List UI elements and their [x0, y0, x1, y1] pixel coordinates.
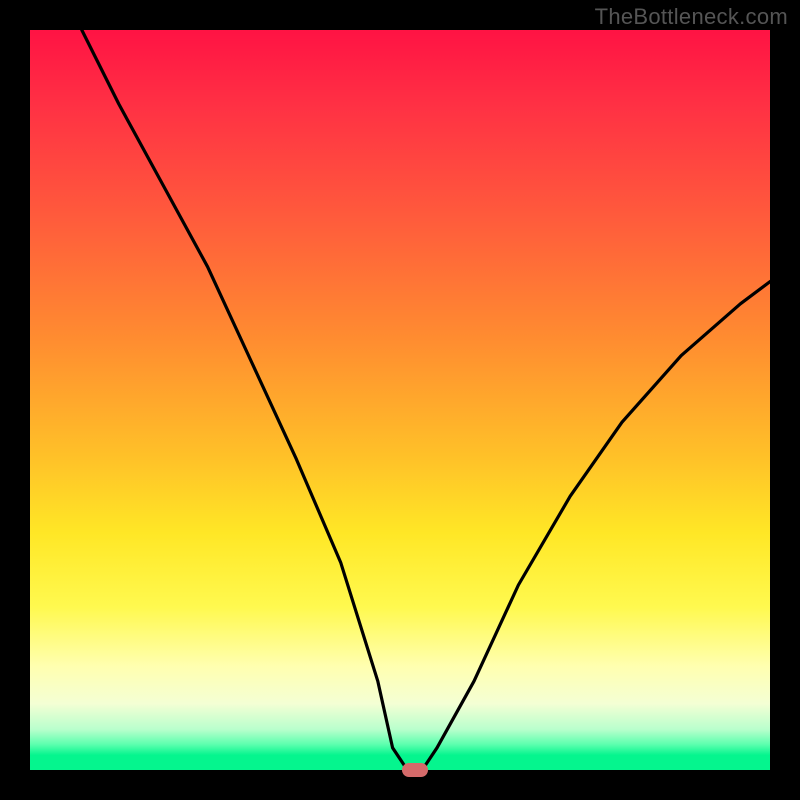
optimal-point-marker: [402, 763, 428, 777]
chart-frame: TheBottleneck.com: [0, 0, 800, 800]
watermark-text: TheBottleneck.com: [595, 4, 788, 30]
bottleneck-curve: [82, 30, 770, 770]
plot-area: [30, 30, 770, 770]
curve-layer: [30, 30, 770, 770]
